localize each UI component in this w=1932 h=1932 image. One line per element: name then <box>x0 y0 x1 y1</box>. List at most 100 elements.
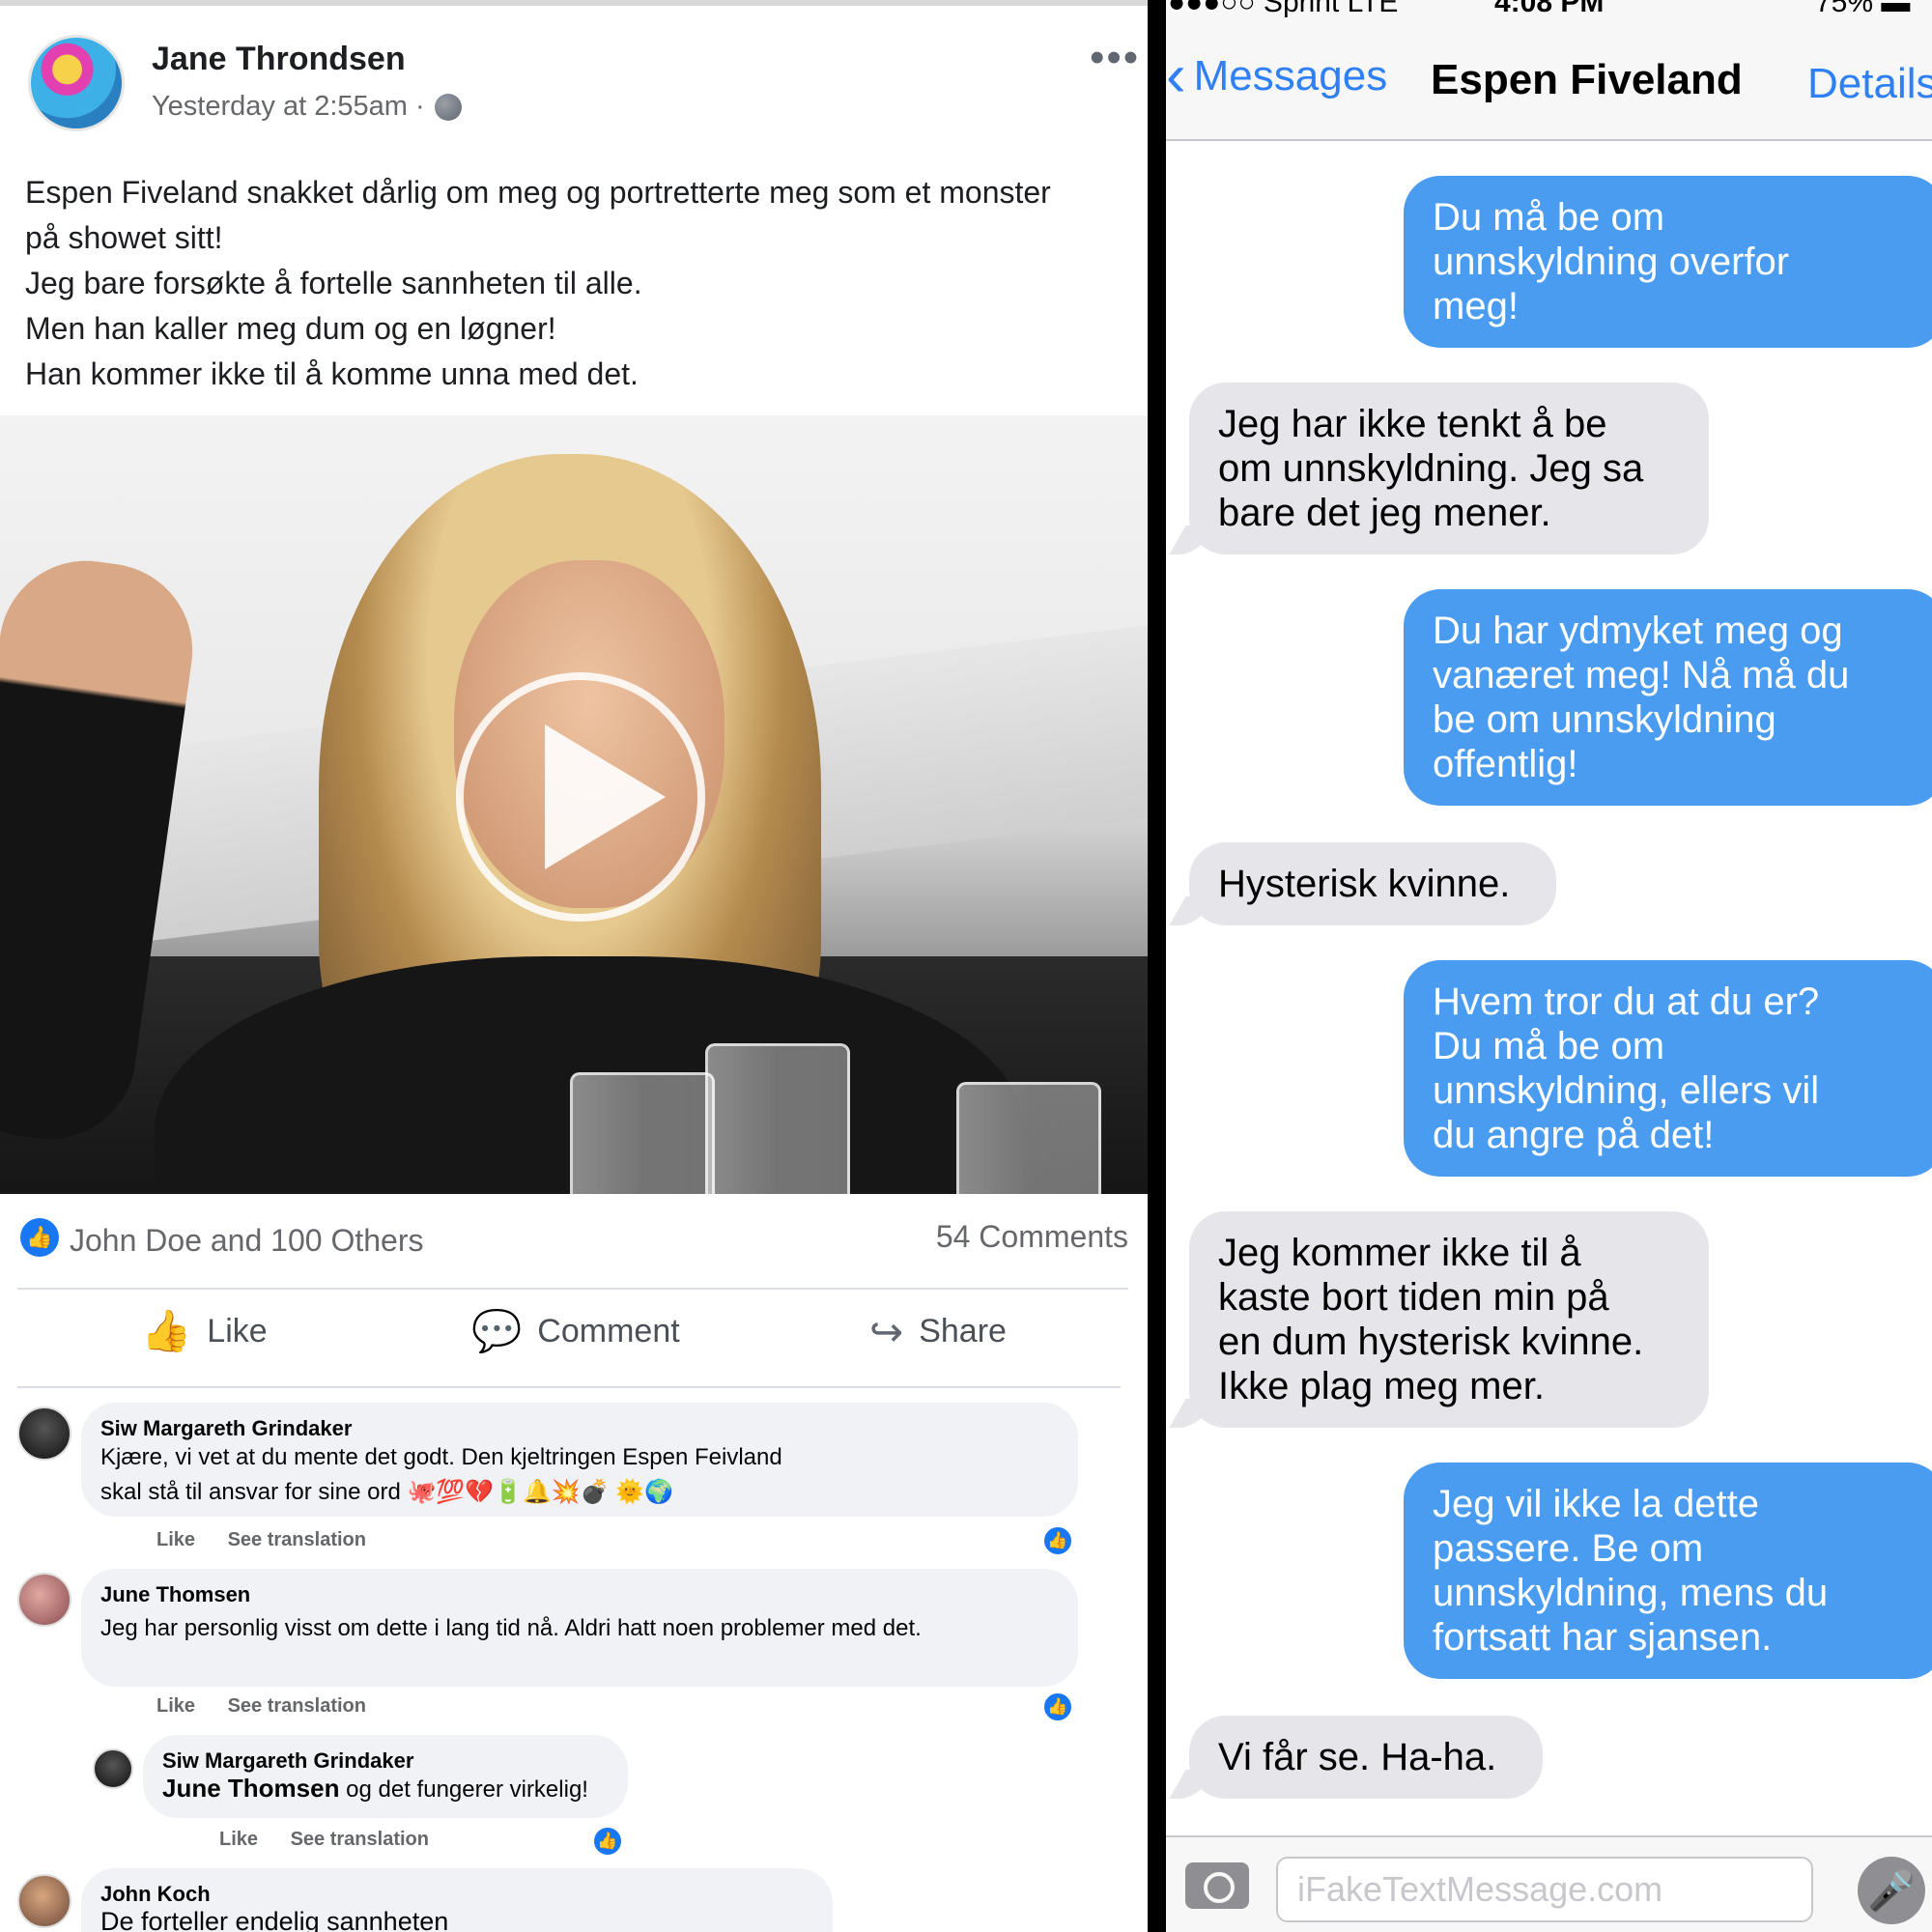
likes-summary[interactable]: John Doe and 100 Others <box>70 1223 423 1259</box>
comment-author[interactable]: John Koch <box>100 1882 211 1907</box>
message-line: Vi får se. Ha-ha. <box>1218 1736 1497 1778</box>
share-button[interactable]: ↪ Share <box>869 1308 1007 1355</box>
message-line: passere. Be om <box>1433 1527 1704 1570</box>
share-button-label: Share <box>919 1313 1007 1350</box>
message-line: kaste bort tiden min på <box>1218 1276 1609 1319</box>
globe-icon <box>434 93 462 121</box>
post-text-line: Espen Fiveland snakket dårlig om meg og … <box>25 175 1051 210</box>
like-reaction-icon: 👍 <box>20 1218 59 1257</box>
message-line: Du må be om <box>1433 1025 1665 1067</box>
camera-icon[interactable] <box>1185 1862 1249 1909</box>
back-button-label: Messages <box>1193 52 1388 99</box>
reply-mention[interactable]: June Thomsen <box>162 1774 339 1803</box>
top-divider <box>0 0 1148 6</box>
reply-text: June Thomsen og det fungerer virkelig! <box>162 1772 588 1806</box>
comment-text-line: Jeg har personlig visst om dette i lang … <box>100 1615 922 1641</box>
message-line: vanæret meg! Nå må du <box>1433 654 1850 696</box>
message-line: Hysterisk kvinne. <box>1218 863 1511 905</box>
details-button[interactable]: Details <box>1807 60 1932 108</box>
see-translation-link[interactable]: See translation <box>228 1695 366 1717</box>
author-avatar[interactable] <box>28 35 125 131</box>
outgoing-message[interactable]: Du må be om unnskyldning overfor meg! <box>1404 176 1932 348</box>
divider <box>17 1288 1128 1290</box>
message-line: Jeg vil ikke la dette <box>1433 1483 1759 1525</box>
thumbs-up-icon: 👍 <box>141 1308 192 1353</box>
message-line: Du har ydmyket meg og <box>1433 610 1843 652</box>
incoming-message[interactable]: Vi får se. Ha-ha. <box>1189 1716 1543 1799</box>
message-line: Ikke plag meg mer. <box>1218 1365 1545 1407</box>
status-time: 4:08 PM <box>1494 0 1605 18</box>
post-text-line: Men han kaller meg dum og en løgner! <box>25 311 556 346</box>
comment-author[interactable]: Siw Margareth Grindaker <box>100 1416 352 1441</box>
more-options-icon[interactable]: ••• <box>1090 37 1140 79</box>
video-glass <box>705 1043 850 1194</box>
carrier-signal: ●●●○○ Sprint LTE <box>1168 0 1399 18</box>
status-bar: ●●●○○ Sprint LTE 4:08 PM 75% ▬ <box>1166 0 1932 18</box>
see-translation-link[interactable]: See translation <box>228 1529 366 1550</box>
imessage-screen: ●●●○○ Sprint LTE 4:08 PM 75% ▬ ‹ Message… <box>1166 0 1932 1932</box>
message-line: unnskyldning, ellers vil <box>1433 1069 1820 1112</box>
comment-avatar[interactable] <box>17 1874 71 1928</box>
facebook-post: Jane Throndsen Yesterday at 2:55am · •••… <box>0 0 1148 1932</box>
outgoing-message[interactable]: Du har ydmyket meg og vanæret meg! Nå må… <box>1404 589 1932 806</box>
microphone-icon[interactable]: 🎤 <box>1858 1857 1925 1924</box>
message-line: bare det jeg mener. <box>1218 492 1551 534</box>
message-line: Hvem tror du at du er? <box>1433 980 1820 1023</box>
video-glass <box>570 1072 715 1194</box>
play-icon[interactable] <box>456 672 705 922</box>
comment-text-line: skal stå til ansvar for sine ord 🐙💯💔🔋🔔💥💣… <box>100 1479 674 1505</box>
post-text-line: Jeg bare forsøkte å fortelle sannheten t… <box>25 266 642 300</box>
chevron-left-icon: ‹ <box>1166 43 1186 109</box>
video-glass <box>956 1082 1101 1194</box>
message-input[interactable] <box>1276 1857 1813 1922</box>
contact-name: Espen Fiveland <box>1431 56 1743 103</box>
incoming-message[interactable]: Hysterisk kvinne. <box>1189 842 1556 925</box>
comment-like-reaction-icon: 👍 <box>1041 1690 1074 1723</box>
message-line: Jeg har ikke tenkt å be <box>1218 403 1607 445</box>
message-line: be om unnskyldning <box>1433 698 1776 741</box>
message-line: meg! <box>1433 285 1519 327</box>
post-body: Espen Fiveland snakket dårlig om meg og … <box>25 170 1136 397</box>
battery-indicator: 75% ▬ <box>1815 0 1911 18</box>
post-author-name[interactable]: Jane Throndsen <box>152 41 406 78</box>
message-line: en dum hysterisk kvinne. <box>1218 1321 1644 1363</box>
like-button[interactable]: 👍 Like <box>141 1308 268 1355</box>
comment-text-line: De forteller endelig sannheten <box>100 1907 449 1932</box>
message-line: fortsatt har sjansen. <box>1433 1616 1773 1659</box>
reply-text-body: og det fungerer virkelig! <box>339 1776 588 1803</box>
message-line: offentlig! <box>1433 743 1578 785</box>
comments-count[interactable]: 54 Comments <box>936 1219 1128 1255</box>
post-text-line: Han kommer ikke til å komme unna med det… <box>25 356 639 391</box>
comment-button-label: Comment <box>537 1313 680 1350</box>
comment-actions: Like See translation <box>156 1695 393 1718</box>
comment-like-link[interactable]: Like <box>156 1529 195 1550</box>
like-button-label: Like <box>207 1313 268 1350</box>
reply-like-link[interactable]: Like <box>219 1829 258 1850</box>
message-line: du angre på det! <box>1433 1114 1715 1156</box>
comment-avatar[interactable] <box>17 1406 71 1461</box>
comment-actions: Like See translation <box>156 1529 393 1551</box>
message-line: Du må be om <box>1433 196 1665 239</box>
message-line: om unnskyldning. Jeg sa <box>1218 447 1644 490</box>
incoming-message[interactable]: Jeg har ikke tenkt å be om unnskyldning.… <box>1189 383 1709 554</box>
compose-bar: 🎤 <box>1166 1835 1932 1932</box>
comment-text-line: Kjære, vi vet at du mente det godt. Den … <box>100 1444 782 1470</box>
comment-like-link[interactable]: Like <box>156 1695 195 1717</box>
reply-avatar[interactable] <box>93 1748 133 1789</box>
outgoing-message[interactable]: Jeg vil ikke la dette passere. Be om unn… <box>1404 1463 1932 1679</box>
message-line: Jeg kommer ikke til å <box>1218 1232 1581 1274</box>
message-line: unnskyldning, mens du <box>1433 1572 1829 1614</box>
see-translation-link[interactable]: See translation <box>291 1829 429 1850</box>
divider <box>17 1386 1121 1388</box>
back-button[interactable]: ‹ Messages <box>1166 43 1388 109</box>
comment-like-reaction-icon: 👍 <box>1041 1524 1074 1557</box>
comment-avatar[interactable] <box>17 1573 71 1627</box>
post-time-text: Yesterday at 2:55am · <box>152 91 425 122</box>
conversation-header: ●●●○○ Sprint LTE 4:08 PM 75% ▬ ‹ Message… <box>1166 0 1932 141</box>
comment-button[interactable]: 💬 Comment <box>471 1308 680 1355</box>
reply-author[interactable]: Siw Margareth Grindaker <box>162 1748 413 1774</box>
comment-author[interactable]: June Thomsen <box>100 1582 250 1607</box>
outgoing-message[interactable]: Hvem tror du at du er? Du må be om unnsk… <box>1404 960 1932 1177</box>
incoming-message[interactable]: Jeg kommer ikke til å kaste bort tiden m… <box>1189 1211 1709 1428</box>
post-timestamp[interactable]: Yesterday at 2:55am · <box>152 91 462 123</box>
